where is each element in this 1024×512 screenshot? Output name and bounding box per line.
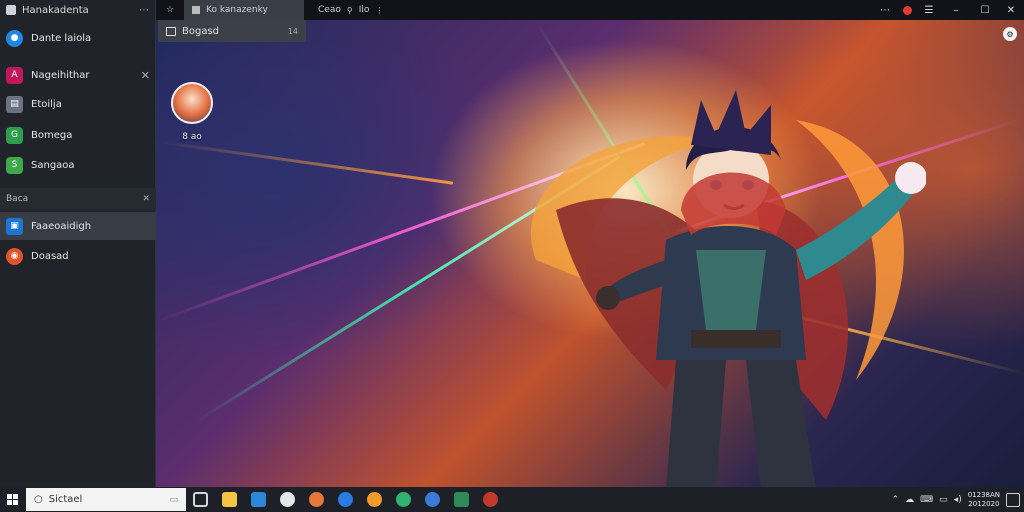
- tab-icon: [192, 6, 200, 14]
- clock-time: 01238AN: [967, 490, 1000, 499]
- taskbar-app-game[interactable]: [476, 487, 505, 512]
- close-button[interactable]: ✕: [998, 0, 1024, 20]
- sidebar-item-1[interactable]: A Nageihithar ✕: [0, 61, 156, 89]
- sidebar-item-label: Nageihithar: [31, 69, 90, 81]
- chat-icon: [280, 492, 295, 507]
- system-tray: ⌃ ☁ ⌨ ▭ ◂) 01238AN 2012020: [892, 491, 1024, 509]
- sidebar-item-label: Bomega: [31, 129, 73, 141]
- tab-label: Ceao: [318, 5, 341, 15]
- sidebar-item-0[interactable]: ● Dante laiola: [0, 24, 156, 52]
- volume-icon[interactable]: ◂): [954, 495, 962, 505]
- minimize-button[interactable]: –: [940, 0, 972, 20]
- app-orange-icon: ◉: [6, 247, 23, 265]
- close-icon[interactable]: ✕: [141, 69, 150, 82]
- sidebar-item-label: Dante laiola: [31, 32, 92, 44]
- sidebar-item-label: Doasad: [31, 250, 69, 262]
- sidebar-item-2[interactable]: ▤ Etoilja: [0, 90, 156, 118]
- app-green-icon: G: [6, 126, 23, 144]
- app-blue-icon: ▣: [6, 217, 23, 235]
- edge-icon: [338, 492, 353, 507]
- clock-date: 2012020: [968, 499, 1000, 508]
- sidebar-item-6[interactable]: ◉ Doasad: [0, 242, 156, 270]
- dropdown-item[interactable]: Bogasd 14: [158, 20, 306, 42]
- star-icon: ☆: [165, 5, 175, 15]
- maximize-button[interactable]: ☐: [972, 0, 998, 20]
- taskbar-app-firefox[interactable]: [360, 487, 389, 512]
- app-red-icon: A: [6, 66, 23, 84]
- firefox-icon: [367, 492, 382, 507]
- cloud-icon[interactable]: ☁: [905, 495, 914, 505]
- desktop-wallpaper: [156, 20, 1024, 487]
- tab-active[interactable]: Ko kanazenky: [184, 0, 304, 20]
- list-icon[interactable]: ☰: [918, 0, 940, 20]
- taskbar-app-security[interactable]: [447, 487, 476, 512]
- app-logo-icon: [6, 5, 16, 15]
- menu-icon: ⋮: [375, 5, 384, 15]
- search-icon: ○: [34, 494, 43, 505]
- windows-logo-icon: [6, 494, 18, 505]
- notification-icon[interactable]: [1006, 492, 1020, 507]
- taskbar: ○ Sictael ▭ ⌃ ☁ ⌨ ▭ ◂) 01238AN 2012020: [0, 487, 1024, 512]
- tab-label: Ko kanazenky: [206, 5, 268, 15]
- sidebar-section-header[interactable]: Baca ✕: [0, 188, 156, 210]
- tab-1[interactable]: Ceao ⚲ Ilo ⋮: [310, 0, 391, 20]
- sidebar-item-4[interactable]: S Sangaoa: [0, 151, 156, 179]
- taskbar-app-store[interactable]: [244, 487, 273, 512]
- search-placeholder: Sictael: [48, 494, 83, 505]
- taskbar-app-edge[interactable]: [331, 487, 360, 512]
- desktop-shortcut[interactable]: 8 ao: [168, 82, 216, 142]
- window-controls: ⋯ ☰ – ☐ ✕: [874, 0, 1024, 20]
- keyboard-icon[interactable]: ⌨: [920, 495, 933, 505]
- chrome-icon: [396, 492, 411, 507]
- close-icon[interactable]: ✕: [142, 194, 150, 204]
- folder-icon: [166, 26, 176, 36]
- sidebar-item-3[interactable]: G Bomega: [0, 121, 156, 149]
- top-bar: ☆ Ko kanazenky Ceao ⚲ Ilo ⋮ ⋯ ☰ – ☐ ✕: [156, 0, 1024, 20]
- sidebar-menu-button[interactable]: ⋯: [139, 5, 149, 16]
- sidebar-item-active[interactable]: ▣ Faaeoaidigh: [0, 212, 156, 240]
- network-icon[interactable]: ▭: [939, 495, 948, 505]
- circle-blue-icon: ●: [6, 29, 23, 47]
- task-view-icon: [193, 492, 208, 507]
- app-sidebar: Hanakadenta ⋯ ● Dante laiola A Nageihith…: [0, 0, 156, 487]
- dropdown-count: 14: [287, 26, 298, 36]
- options-icon[interactable]: ⋯: [874, 0, 896, 20]
- section-label: Baca: [6, 194, 29, 204]
- shortcut-avatar-icon: [171, 82, 213, 124]
- taskbar-clock[interactable]: 01238AN 2012020: [968, 491, 1000, 509]
- shortcut-label: 8 ao: [182, 132, 202, 142]
- security-icon: [454, 492, 469, 507]
- task-view-button[interactable]: [186, 487, 215, 512]
- store-icon: [251, 492, 266, 507]
- taskbar-app-chrome[interactable]: [389, 487, 418, 512]
- image-icon: ▭: [169, 494, 178, 505]
- tab-label-2: Ilo: [358, 5, 370, 15]
- sidebar-item-label: Sangaoa: [31, 159, 75, 171]
- game-icon: [483, 492, 498, 507]
- favorites-button[interactable]: ☆: [156, 0, 184, 20]
- sidebar-item-label: Etoilja: [31, 98, 62, 110]
- pin-icon: ⚲: [346, 5, 353, 15]
- taskbar-search-input[interactable]: ○ Sictael ▭: [26, 488, 186, 511]
- shield-icon: [425, 492, 440, 507]
- record-icon[interactable]: [896, 0, 918, 20]
- sidebar-item-label: Faaeoaidigh: [31, 220, 92, 232]
- taskbar-app-browser[interactable]: [302, 487, 331, 512]
- dropdown-label: Bogasd: [182, 25, 220, 37]
- anime-hero-illustration: [530, 90, 926, 487]
- taskbar-app-shield[interactable]: [418, 487, 447, 512]
- start-button[interactable]: [0, 487, 24, 512]
- app-gray-icon: ▤: [6, 95, 23, 113]
- light-ray: [156, 140, 454, 185]
- sidebar-title-bar: Hanakadenta ⋯: [0, 0, 155, 20]
- app-title: Hanakadenta: [22, 4, 89, 16]
- browser-orange-icon: [309, 492, 324, 507]
- app-green2-icon: S: [6, 156, 23, 174]
- folder-icon: [222, 492, 237, 507]
- settings-badge-icon[interactable]: ⚙: [1003, 27, 1017, 41]
- taskbar-app-folder[interactable]: [215, 487, 244, 512]
- chevron-up-icon[interactable]: ⌃: [892, 495, 900, 505]
- taskbar-app-chat[interactable]: [273, 487, 302, 512]
